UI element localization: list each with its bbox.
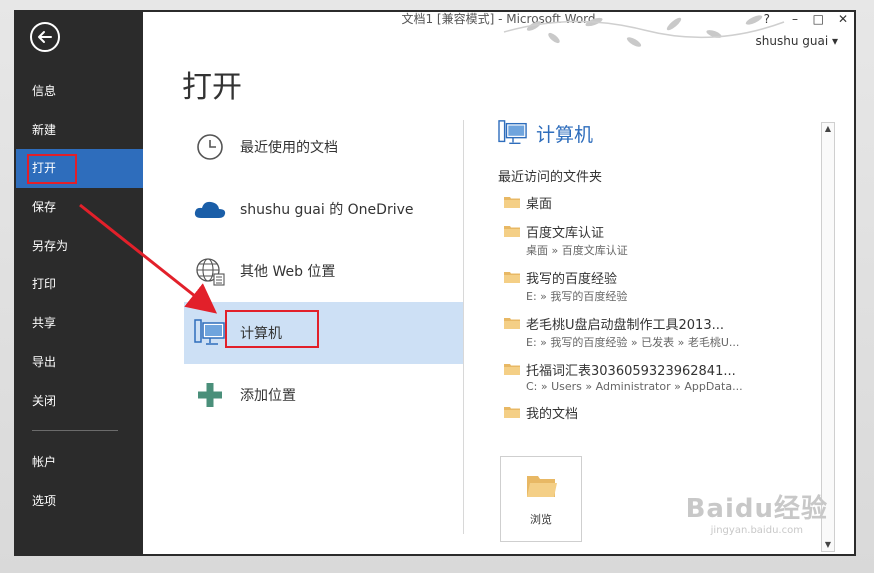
annotation-arrow-icon (79, 203, 218, 314)
